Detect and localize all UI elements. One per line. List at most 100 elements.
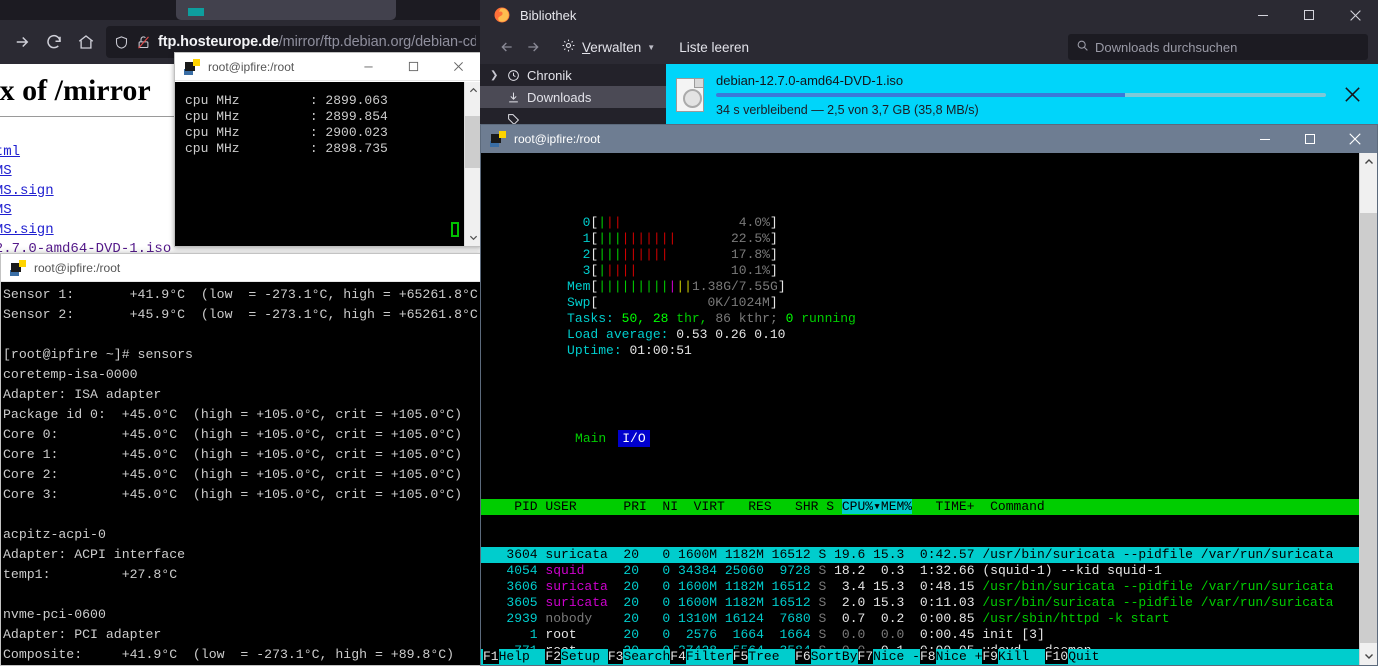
clear-list-button[interactable]: Liste leeren — [674, 37, 754, 58]
process-table-header[interactable]: PID USER PRI NI VIRT RES SHR S CPU%▾MEM%… — [481, 499, 1359, 515]
fkey-label-f7[interactable]: Nice - — [873, 649, 920, 664]
meter-segment: 22.5% — [730, 231, 770, 246]
fkey-label-f9[interactable]: Kill — [998, 649, 1045, 664]
tab-main[interactable]: Main — [571, 430, 610, 447]
cell-state: S — [810, 563, 827, 578]
library-toolbar: Verwalten ▼ Liste leeren Downloads durch… — [480, 30, 1378, 64]
url-path: /mirror/ftp.debian.org/debian-cd/12 — [278, 34, 476, 50]
back-arrow-icon[interactable] — [494, 34, 520, 60]
fkey-label-f3[interactable]: Search — [623, 649, 670, 664]
close-button[interactable] — [436, 53, 481, 80]
fkey-f5[interactable]: F5 — [732, 649, 749, 664]
forward-arrow-icon[interactable] — [6, 26, 38, 58]
table-row[interactable]: 1 root 20 0 2576 1664 1664 S 0.0 0.0 0:0… — [481, 627, 1359, 643]
fkey-label-f5[interactable]: Tree — [748, 649, 795, 664]
fkey-f10[interactable]: F10 — [1044, 649, 1069, 664]
library-window: Bibliothek Verwalten ▼ Liste leeren Down… — [480, 0, 1378, 125]
downloads-search-input[interactable]: Downloads durchsuchen — [1068, 34, 1368, 60]
sort-column-cpu[interactable]: CPU%▾MEM% — [841, 499, 913, 514]
close-button[interactable] — [1332, 125, 1377, 153]
forward-arrow-icon[interactable] — [520, 34, 546, 60]
cpuinfo-window-title: root@ipfire:/root — [208, 59, 295, 74]
cpuinfo-terminal-window[interactable]: root@ipfire:/root cpu MHz : 2899.063 cpu… — [174, 52, 482, 247]
fkey-f7[interactable]: F7 — [857, 649, 874, 664]
cpuinfo-titlebar[interactable]: root@ipfire:/root — [175, 53, 481, 81]
fkey-label-f6[interactable]: SortBy — [811, 649, 858, 664]
manage-button[interactable]: Verwalten ▼ — [556, 35, 660, 59]
meter-segment: kthr; — [738, 311, 778, 326]
meter-segment: | — [613, 263, 622, 278]
meter-segment: | — [652, 247, 661, 262]
meter-segment: | — [660, 279, 669, 294]
meter-segment: | — [660, 231, 669, 246]
minimize-button[interactable] — [1242, 125, 1287, 153]
meter-segment: 01:00:51 — [629, 343, 692, 358]
fkey-f8[interactable]: F8 — [919, 649, 936, 664]
broken-lock-icon[interactable] — [136, 35, 151, 50]
chevron-right-icon[interactable]: ❯ — [490, 70, 500, 81]
table-row[interactable]: 3604 suricata 20 0 1600M 1182M 16512 S 1… — [481, 547, 1359, 563]
fkey-label-f8[interactable]: Nice + — [936, 649, 983, 664]
cell-command: (squid-1) --kid squid-1 — [974, 563, 1162, 578]
meter-segment: | — [606, 279, 614, 294]
scroll-thumb[interactable] — [465, 116, 481, 168]
htop-scrollbar[interactable] — [1359, 153, 1377, 665]
maximize-button[interactable] — [391, 53, 436, 80]
fkey-f4[interactable]: F4 — [670, 649, 686, 664]
fkey-f6[interactable]: F6 — [795, 649, 811, 664]
htop-titlebar[interactable]: root@ipfire:/root — [481, 125, 1377, 153]
scroll-down-arrow[interactable] — [465, 229, 481, 246]
meter-segment: 1 — [567, 231, 591, 246]
fkey-label-f2[interactable]: Setup — [561, 649, 608, 664]
minimize-button[interactable] — [1240, 0, 1286, 30]
browser-tab[interactable] — [176, 0, 396, 20]
fkey-label-f10[interactable]: Quit — [1068, 649, 1099, 664]
maximize-button[interactable] — [1286, 0, 1332, 30]
library-title: Bibliothek — [520, 7, 577, 23]
library-titlebar[interactable]: Bibliothek — [480, 0, 1378, 30]
fkey-f1[interactable]: F1 — [483, 649, 499, 664]
fkey-label-f4[interactable]: Filter — [686, 649, 733, 664]
fkey-f3[interactable]: F3 — [607, 649, 624, 664]
minimize-button[interactable] — [346, 53, 391, 80]
cell-time: 0:11.03 — [904, 595, 975, 610]
scroll-up-arrow[interactable] — [465, 82, 481, 99]
cell-pri: 20 — [615, 563, 640, 578]
meter-segment: | — [613, 215, 622, 230]
cell-virt: 2576 — [670, 627, 718, 642]
download-item[interactable]: debian-12.7.0-amd64-DVD-1.iso 34 s verbl… — [666, 64, 1378, 125]
cell-cpu: 2.0 — [826, 595, 866, 610]
swap-meter: Swp[ 0K/1024M] — [567, 295, 837, 311]
scroll-up-arrow[interactable] — [1360, 153, 1377, 171]
table-row[interactable]: 3606 suricata 20 0 1600M 1182M 16512 S 3… — [481, 579, 1359, 595]
fkey-label-f1[interactable]: Help — [499, 649, 546, 664]
tab-io[interactable]: I/O — [618, 430, 650, 447]
close-button[interactable] — [1332, 0, 1378, 30]
table-row[interactable]: 4054 squid 20 0 34384 25060 9728 S 18.2 … — [481, 563, 1359, 579]
cell-shr: 1664 — [763, 627, 811, 642]
maximize-button[interactable] — [1287, 125, 1332, 153]
sensors-terminal-window[interactable]: root@ipfire:/root Sensor 1: +41.9°C (low… — [0, 253, 482, 666]
table-row[interactable]: 3605 suricata 20 0 1600M 1182M 16512 S 2… — [481, 595, 1359, 611]
cancel-download-button[interactable] — [1326, 86, 1378, 103]
sensors-titlebar[interactable]: root@ipfire:/root — [1, 254, 481, 282]
library-sidebar-item-chronik[interactable]: ❯ Chronik — [480, 64, 666, 86]
htop-terminal-window[interactable]: root@ipfire:/root 0[||| 4.0%] 1[||||||||… — [480, 124, 1378, 666]
fkey-f9[interactable]: F9 — [982, 649, 998, 664]
scroll-thumb[interactable] — [1360, 213, 1377, 643]
htop-window-title: root@ipfire:/root — [514, 132, 601, 146]
home-icon[interactable] — [70, 26, 102, 58]
cpu-meter-3: 3[||||| 10.1%] — [567, 263, 837, 279]
table-row[interactable]: 2939 nobody 20 0 1310M 16124 7680 S 0.7 … — [481, 611, 1359, 627]
shield-icon[interactable] — [114, 35, 129, 50]
scroll-down-arrow[interactable] — [1360, 647, 1377, 665]
cell-res: 25060 — [717, 563, 764, 578]
cpuinfo-scrollbar[interactable] — [464, 82, 481, 246]
fkey-f2[interactable]: F2 — [545, 649, 562, 664]
meter-segment: ] — [769, 295, 778, 310]
reload-icon[interactable] — [38, 26, 70, 58]
meter-segment: ] — [769, 247, 778, 262]
library-sidebar-item-downloads[interactable]: Downloads — [480, 86, 666, 108]
cell-res: 1182M — [717, 595, 764, 610]
library-sidebar-item-tags[interactable] — [480, 108, 666, 125]
